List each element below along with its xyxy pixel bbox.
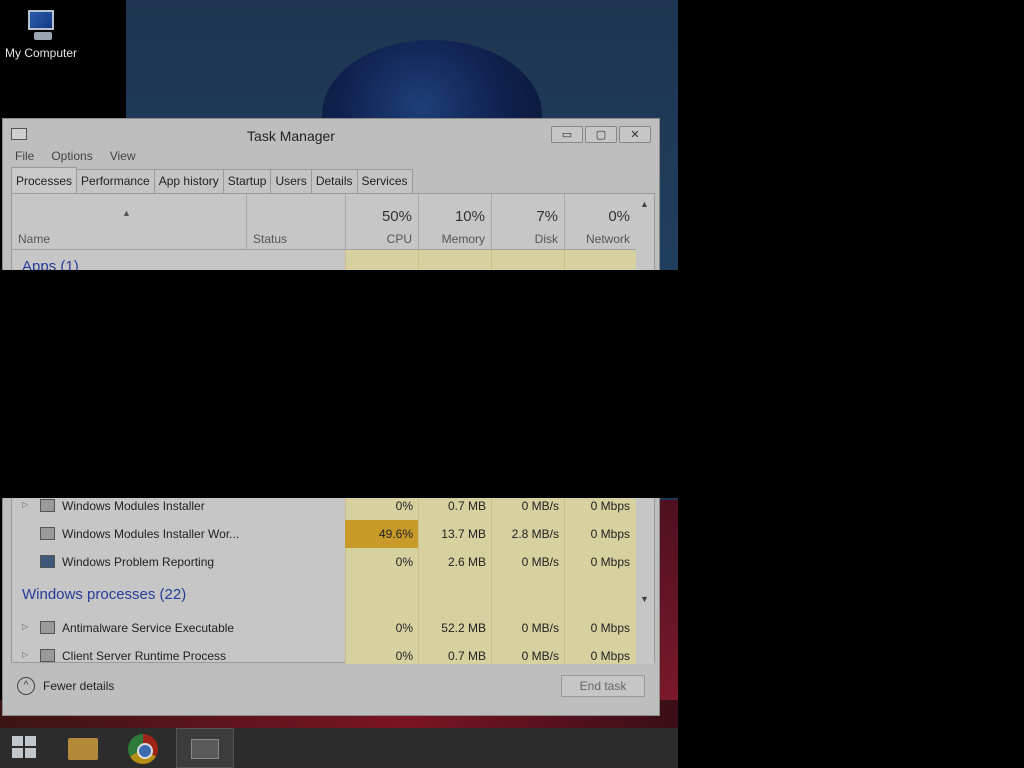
column-disk-label: Disk [534,232,558,246]
maximize-icon: ▢ [595,129,607,141]
network-value: 0 Mbps [590,649,630,663]
disk-value: 2.8 MB/s [511,527,559,541]
taskbar-task-manager[interactable] [176,728,234,768]
column-name[interactable]: ▲ Name [12,194,246,250]
memory-value: 13.7 MB [441,527,486,541]
group-windows-processes-label: Windows processes (22) [22,586,187,603]
taskbar-file-explorer[interactable] [52,728,110,768]
occluded-region [0,270,1024,498]
column-network[interactable]: 0% Network [564,194,636,250]
end-task-button[interactable]: End task [561,675,645,697]
tab-bar: Processes Performance App history Startu… [11,167,413,193]
network-value: 0 Mbps [590,621,630,635]
tab-performance[interactable]: Performance [76,169,155,193]
chevron-up-circle-icon[interactable]: ^ [17,677,35,695]
memory-value: 0.7 MB [447,649,486,663]
column-memory-label: Memory [441,232,485,246]
memory-total: 10% [454,208,485,225]
cpu-value: 0% [395,555,413,569]
network-value: 0 Mbps [590,555,630,569]
minimize-icon: ▭ [561,129,573,141]
table-row[interactable]: Windows Problem Reporting 0% 2.6 MB 0 MB… [12,548,654,576]
tab-services[interactable]: Services [356,169,413,193]
cpu-value: 49.6% [378,527,413,541]
windows-start-icon [12,736,38,760]
menu-file[interactable]: File [15,149,34,167]
process-name: Antimalware Service Executable [62,621,235,635]
memory-value: 0.7 MB [447,499,486,513]
tab-processes[interactable]: Processes [11,167,78,193]
disk-value: 0 MB/s [521,555,559,569]
scroll-up-icon[interactable]: ▲ [640,199,649,209]
disk-value: 0 MB/s [521,621,559,635]
task-manager-icon [191,739,219,759]
network-value: 0 Mbps [590,527,630,541]
memory-value: 52.2 MB [441,621,486,635]
cpu-value: 0% [395,499,413,513]
close-button[interactable]: ✕ [619,126,651,143]
expand-icon[interactable]: ▷ [22,622,28,631]
computer-icon [22,8,60,42]
process-name: Windows Modules Installer [62,499,205,513]
problem-reporting-icon [40,555,55,568]
file-explorer-icon [68,738,98,760]
disk-value: 0 MB/s [521,649,559,663]
tab-app-history[interactable]: App history [153,169,224,193]
minimize-button[interactable]: ▭ [551,126,583,143]
tab-users[interactable]: Users [270,169,312,193]
close-icon: ✕ [630,129,640,141]
window-footer: ^ Fewer details End task [3,665,659,715]
desktop-icon-my-computer[interactable]: My Computer [4,8,78,60]
start-button[interactable] [0,728,58,768]
column-cpu[interactable]: 50% CPU [345,194,418,250]
group-windows-processes[interactable]: Windows processes (22) [12,576,654,614]
menu-view[interactable]: View [110,149,136,167]
table-row[interactable]: ▷ Client Server Runtime Process 0% 0.7 M… [12,642,654,663]
network-total: 0% [608,208,630,225]
maximize-button[interactable]: ▢ [585,126,617,143]
table-row[interactable]: Windows Modules Installer Wor... 49.6% 1… [12,520,654,548]
column-status-label: Status [253,232,288,246]
fewer-details-link[interactable]: Fewer details [43,679,114,693]
process-name: Windows Problem Reporting [62,555,215,569]
disk-value: 0 MB/s [521,499,559,513]
taskbar [0,728,678,768]
column-cpu-label: CPU [386,232,412,246]
cpu-total: 50% [381,208,412,225]
column-disk[interactable]: 7% Disk [491,194,564,250]
sort-up-icon: ▲ [122,208,131,218]
menu-options[interactable]: Options [51,149,92,167]
title-bar[interactable]: Task Manager ▭ ▢ ✕ [3,119,659,149]
column-name-label: Name [18,232,51,246]
desktop-icon-label: My Computer [4,46,78,60]
column-status[interactable]: Status [246,194,345,250]
chrome-icon [128,734,158,764]
cpu-value: 0% [395,649,413,663]
process-icon [40,649,55,662]
column-memory[interactable]: 10% Memory [418,194,491,250]
process-icon [40,499,55,512]
tab-startup[interactable]: Startup [222,169,272,193]
table-row[interactable]: ▷ Antimalware Service Executable 0% 52.2… [12,614,654,642]
window-title: Task Manager [247,128,335,144]
process-name: Windows Modules Installer Wor... [62,527,240,541]
disk-total: 7% [536,208,558,225]
tab-details[interactable]: Details [310,169,358,193]
column-header: ▲ Name Status 50% CPU 10% Memory 7% Disk [12,194,654,250]
memory-value: 2.6 MB [447,555,486,569]
scroll-down-icon[interactable]: ▼ [640,594,649,604]
menu-bar: File Options View [11,149,149,167]
column-network-label: Network [585,232,630,246]
expand-icon[interactable]: ▷ [22,650,28,659]
taskbar-chrome[interactable] [114,728,172,768]
process-name: Client Server Runtime Process [62,649,227,663]
process-icon [40,621,55,634]
network-value: 0 Mbps [590,499,630,513]
process-icon [40,527,55,540]
cpu-value: 0% [395,621,413,635]
expand-icon[interactable]: ▷ [22,500,28,509]
desktop: My Computer Task Manager ▭ ▢ ✕ File Opti… [0,0,1024,768]
